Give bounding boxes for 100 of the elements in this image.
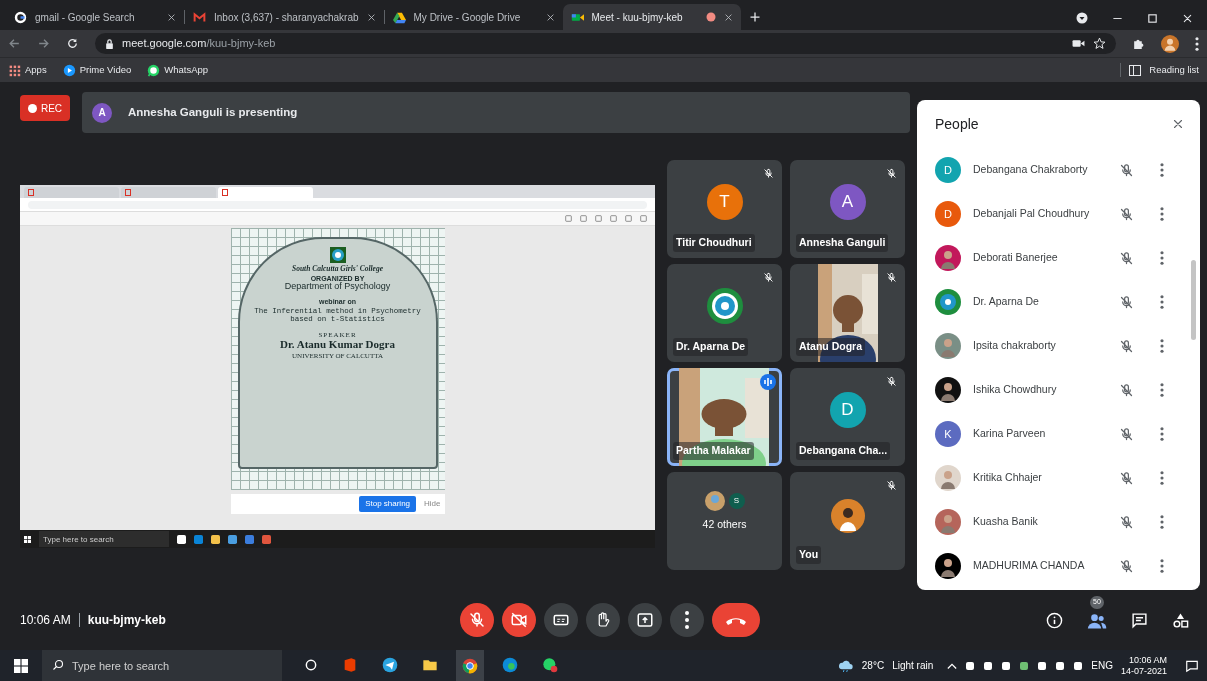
mic-off-icon[interactable] (1119, 558, 1134, 574)
maximize-icon[interactable] (1147, 12, 1158, 24)
present-button[interactable] (628, 603, 662, 637)
camera-icon[interactable] (1072, 38, 1085, 49)
office-icon[interactable] (342, 657, 358, 674)
chevron-up-icon[interactable] (947, 661, 958, 670)
more-options-icon[interactable] (1160, 427, 1164, 441)
mic-off-icon[interactable] (763, 272, 774, 283)
new-tab-icon[interactable] (748, 11, 761, 23)
mic-off-icon[interactable] (1119, 382, 1134, 398)
participant-name: Partha Malakar (673, 442, 754, 460)
close-icon[interactable] (366, 12, 376, 22)
tray-icon[interactable] (1073, 660, 1084, 671)
profile-badge-icon[interactable] (1076, 12, 1088, 24)
mic-off-icon[interactable] (1119, 514, 1134, 530)
participant-row[interactable]: Ishika Chowdhury (917, 368, 1200, 412)
close-icon[interactable] (545, 12, 555, 22)
search-field[interactable]: Type here to search (39, 531, 169, 547)
windows-logo-icon[interactable] (14, 658, 28, 673)
puzzle-icon[interactable] (1132, 37, 1145, 50)
close-icon[interactable] (723, 12, 733, 22)
more-options-icon[interactable] (1160, 295, 1164, 309)
bookmark-link[interactable]: Apps (8, 62, 47, 78)
browser-tab[interactable]: Inbox (3,637) - sharanyachakrab (185, 4, 384, 30)
raise-hand-button[interactable] (586, 603, 620, 637)
more-options-icon[interactable] (1160, 207, 1164, 221)
more-options-icon[interactable] (1160, 515, 1164, 529)
address-bar[interactable]: meet.google.com/kuu-bjmy-keb (95, 33, 1116, 54)
more-options-icon[interactable] (1160, 163, 1164, 177)
language-indicator[interactable]: ENG (1091, 658, 1113, 673)
bookmark-link[interactable]: Prime Video (62, 62, 132, 78)
taskbar-clock[interactable]: 10:06 AM 14-07-2021 (1120, 654, 1167, 677)
chat-bubble-icon[interactable] (542, 657, 558, 674)
mic-off-icon[interactable] (1119, 250, 1134, 266)
participant-row[interactable]: Dr. Aparna De (917, 280, 1200, 324)
menu-icon[interactable] (1195, 36, 1199, 51)
participant-row[interactable]: K Karina Parveen (917, 412, 1200, 456)
info-icon[interactable] (1046, 611, 1063, 629)
paper-plane-icon[interactable] (382, 657, 398, 674)
chat-icon[interactable] (1131, 611, 1148, 629)
tray-icon[interactable] (983, 660, 994, 671)
circle-icon[interactable] (304, 658, 318, 673)
participant-row[interactable]: D Debangana Chakraborty (917, 148, 1200, 192)
forward-icon[interactable] (37, 37, 50, 50)
mic-off-icon[interactable] (886, 480, 897, 491)
participant-row[interactable]: Deborati Banerjee (917, 236, 1200, 280)
mic-off-icon[interactable] (1119, 206, 1134, 222)
mic-off-icon[interactable] (1119, 470, 1134, 486)
notification-icon[interactable] (1185, 658, 1199, 673)
search-field[interactable]: Type here to search (42, 650, 282, 681)
tray-icon[interactable] (1019, 660, 1030, 671)
participant-row[interactable]: Ipsita chakraborty (917, 324, 1200, 368)
more-options-icon[interactable] (1160, 339, 1164, 353)
more-options-icon[interactable] (1160, 559, 1164, 573)
profile-avatar-icon[interactable] (1161, 34, 1179, 53)
record-button[interactable]: REC (20, 95, 70, 121)
close-icon[interactable] (1182, 12, 1193, 24)
tray-icon[interactable] (1001, 660, 1012, 671)
browser-tab[interactable]: Meet - kuu-bjmy-keb (562, 4, 741, 30)
back-icon[interactable] (8, 37, 21, 50)
tray-icon[interactable] (965, 660, 976, 671)
more-options-button[interactable] (670, 603, 704, 637)
browser-tab[interactable]: My Drive - Google Drive (384, 4, 563, 30)
mic-off-icon[interactable] (1119, 162, 1134, 178)
chrome-icon[interactable] (462, 657, 478, 674)
leave-call-button[interactable] (712, 603, 760, 637)
edge-icon[interactable] (502, 657, 518, 674)
shapes-icon[interactable] (1172, 611, 1189, 629)
close-icon[interactable] (167, 12, 176, 22)
grid-icon (8, 63, 21, 77)
tray-icon[interactable] (1055, 660, 1066, 671)
reading-list-link[interactable]: Reading list (1120, 62, 1199, 78)
mic-off-icon[interactable] (886, 272, 897, 283)
reload-icon[interactable] (66, 37, 79, 50)
mic-off-icon[interactable] (1119, 426, 1134, 442)
mic-off-icon[interactable] (886, 376, 897, 387)
browser-tab[interactable]: gmail - Google Search (6, 4, 184, 30)
more-options-icon[interactable] (1160, 383, 1164, 397)
close-icon[interactable] (1172, 118, 1184, 130)
camera-button[interactable] (502, 603, 536, 637)
tray-icon[interactable] (1037, 660, 1048, 671)
more-options-icon[interactable] (1160, 471, 1164, 485)
participant-row[interactable]: MADHURIMA CHANDA (917, 544, 1200, 588)
stop-sharing-button[interactable]: Stop sharing (359, 496, 417, 512)
mic-off-icon[interactable] (1119, 338, 1134, 354)
more-options-icon[interactable] (1160, 251, 1164, 265)
bookmark-link[interactable]: WhatsApp (147, 62, 209, 78)
windows-logo-icon[interactable] (24, 535, 31, 543)
participant-row[interactable]: D Debanjali Pal Choudhury (917, 192, 1200, 236)
mic-off-icon[interactable] (886, 168, 897, 179)
mic-off-icon[interactable] (763, 168, 774, 179)
captions-button[interactable] (544, 603, 578, 637)
microphone-button[interactable] (460, 603, 494, 637)
people-icon[interactable] (1087, 611, 1107, 630)
mic-off-icon[interactable] (1119, 294, 1134, 310)
participant-row[interactable]: Kuasha Banik (917, 500, 1200, 544)
scrollbar[interactable] (1191, 260, 1196, 340)
hide-link[interactable]: Hide (424, 498, 441, 510)
star-icon[interactable] (1093, 37, 1106, 50)
participant-row[interactable]: Kritika Chhajer (917, 456, 1200, 500)
